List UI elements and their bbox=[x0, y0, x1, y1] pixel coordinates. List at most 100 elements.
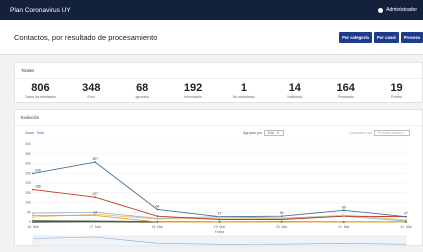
group-by-control: Agrupar por Día⇕ bbox=[243, 130, 284, 136]
data-point bbox=[32, 216, 34, 218]
x-tick-label: 17. Mar bbox=[89, 225, 101, 229]
compare-select[interactable]: Período anterior bbox=[374, 130, 410, 136]
y-tick-label: 100 bbox=[25, 201, 31, 205]
total-label: Ignorado bbox=[117, 95, 168, 99]
app-title: Plan Coronavirus UY bbox=[10, 7, 71, 14]
data-point bbox=[219, 221, 221, 223]
y-tick-label: 0 bbox=[29, 220, 31, 224]
chevron-down-icon: ⇕ bbox=[277, 131, 280, 135]
total-value: 19 bbox=[371, 82, 422, 94]
total-test: 19Prueba bbox=[371, 82, 422, 99]
total-value: 348 bbox=[66, 82, 117, 94]
total-value: 192 bbox=[168, 82, 219, 94]
zoom-all-link[interactable]: Todo bbox=[36, 131, 44, 135]
x-tick-label: 19. Mar bbox=[214, 225, 226, 229]
zoom-label: Zoom bbox=[25, 131, 34, 135]
x-tick-label: 22. Mar bbox=[400, 225, 412, 229]
top-bar: Plan Coronavirus UY Administrador bbox=[0, 0, 423, 20]
compare-control: Comparar con Período anterior bbox=[349, 130, 410, 136]
x-tick-label: 16. Mar bbox=[27, 225, 39, 229]
data-label: 307 bbox=[92, 157, 98, 161]
compare-label: Comparar con bbox=[349, 131, 372, 135]
y-tick-label: 200 bbox=[25, 181, 31, 185]
total-not-found: 1No encontrado bbox=[219, 82, 270, 99]
total-label: Todos los resultados bbox=[15, 95, 66, 99]
data-point bbox=[281, 215, 283, 217]
data-label: 249 bbox=[35, 168, 41, 172]
total-value: 164 bbox=[320, 82, 371, 94]
data-label: 27 bbox=[218, 212, 222, 216]
chart-controls: ZoomTodo Agrupar por Día⇕ Comparar con P… bbox=[15, 126, 422, 140]
y-tick-label: 250 bbox=[25, 171, 31, 175]
evolution-heading: Evolución bbox=[15, 110, 422, 126]
totals-row: 806Todos los resultados 348Error 68Ignor… bbox=[15, 79, 422, 99]
data-point bbox=[94, 161, 96, 163]
by-process-button[interactable]: Procesa bbox=[401, 32, 423, 43]
total-label: Prueba bbox=[371, 95, 422, 99]
user-icon bbox=[378, 8, 383, 13]
data-point bbox=[281, 221, 283, 223]
total-label: Notificado bbox=[269, 95, 320, 99]
total-label: Información bbox=[168, 95, 219, 99]
data-point bbox=[405, 219, 407, 221]
total-value: 68 bbox=[117, 82, 168, 94]
y-tick-label: 50 bbox=[27, 210, 31, 214]
data-point bbox=[405, 221, 407, 223]
evolution-card: Evolución ZoomTodo Agrupar por Día⇕ Comp… bbox=[14, 109, 423, 246]
total-label: Error bbox=[66, 95, 117, 99]
by-category-button[interactable]: Por categoría bbox=[339, 32, 372, 43]
zoom-control: ZoomTodo bbox=[25, 131, 44, 135]
y-tick-label: 150 bbox=[25, 191, 31, 195]
series-line bbox=[33, 162, 406, 217]
group-by-label: Agrupar por bbox=[243, 131, 262, 135]
data-point bbox=[156, 209, 158, 211]
total-value: 806 bbox=[15, 82, 66, 94]
data-label: 27 bbox=[404, 212, 408, 216]
data-point bbox=[343, 221, 345, 223]
group-by-value: Día bbox=[268, 131, 274, 135]
data-point bbox=[94, 213, 96, 215]
total-ignored: 68Ignorado bbox=[117, 82, 168, 99]
totals-card: Totales 806Todos los resultados 348Error… bbox=[14, 62, 423, 103]
data-point bbox=[343, 209, 345, 211]
evolution-chart: 05010015020025030035040016. Mar17. Mar18… bbox=[15, 140, 423, 247]
data-label: 127 bbox=[92, 192, 98, 196]
compare-value: Período anterior bbox=[378, 131, 404, 135]
data-point bbox=[405, 216, 407, 218]
data-point bbox=[32, 220, 34, 222]
total-label: Procesado bbox=[320, 95, 371, 99]
group-by-select[interactable]: Día⇕ bbox=[264, 130, 284, 136]
user-name: Administrador bbox=[386, 7, 417, 13]
page-title: Contactos, por resultado de procesamient… bbox=[14, 33, 157, 42]
total-info: 192Información bbox=[168, 82, 219, 99]
data-point bbox=[32, 212, 34, 214]
data-point bbox=[94, 211, 96, 213]
total-all: 806Todos los resultados bbox=[15, 82, 66, 99]
totals-heading: Totales bbox=[15, 63, 422, 79]
x-axis-label: Fecha bbox=[215, 230, 225, 234]
data-point bbox=[281, 218, 283, 220]
total-label: No encontrado bbox=[219, 95, 270, 99]
data-point bbox=[219, 217, 221, 219]
total-value: 1 bbox=[219, 82, 270, 94]
data-label: 60 bbox=[342, 205, 346, 209]
data-point bbox=[32, 173, 34, 175]
x-tick-label: 20. Mar bbox=[276, 225, 288, 229]
user-menu[interactable]: Administrador bbox=[378, 7, 417, 13]
by-channel-button[interactable]: Por canal bbox=[374, 32, 399, 43]
data-point bbox=[32, 189, 34, 191]
total-error: 348Error bbox=[66, 82, 117, 99]
total-processed: 164Procesado bbox=[320, 82, 371, 99]
data-point bbox=[343, 214, 345, 216]
x-tick-label: 18. Mar bbox=[152, 225, 164, 229]
data-label: 64 bbox=[155, 205, 159, 209]
data-point bbox=[156, 218, 158, 220]
page-header: Contactos, por resultado de procesamient… bbox=[0, 20, 423, 55]
y-tick-label: 350 bbox=[25, 152, 31, 156]
total-notified: 14Notificado bbox=[269, 82, 320, 99]
data-point bbox=[156, 215, 158, 217]
data-point bbox=[32, 214, 34, 216]
data-point bbox=[94, 196, 96, 198]
report-buttons: Por categoría Por canal Procesa bbox=[339, 32, 423, 43]
x-tick-label: 21. Mar bbox=[338, 225, 350, 229]
